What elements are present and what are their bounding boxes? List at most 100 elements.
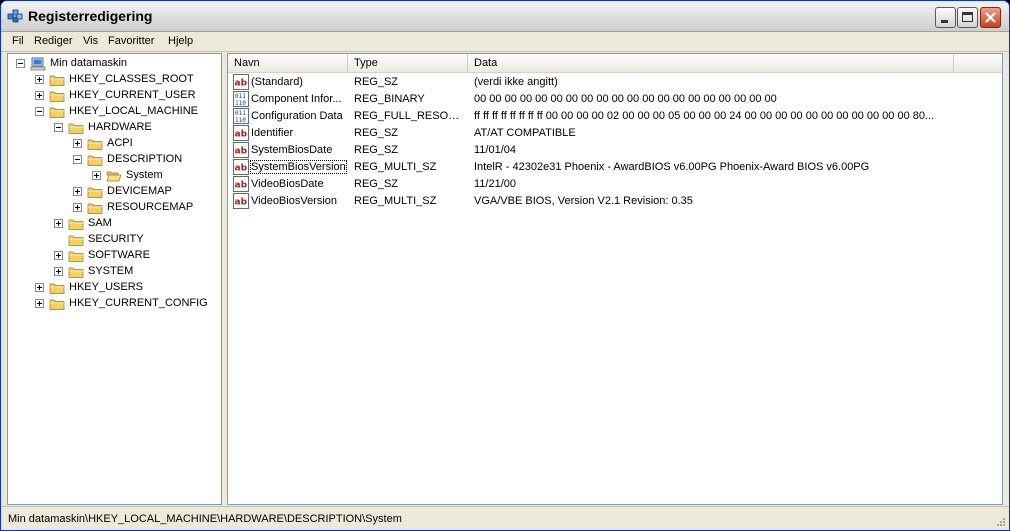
title-bar[interactable]: Registerredigering: [1, 1, 1009, 32]
column-header-row: Navn Type Data: [228, 54, 1002, 73]
tree-item-description[interactable]: DESCRIPTION: [8, 152, 218, 168]
expand-icon[interactable]: [35, 75, 44, 84]
value-data: 11/01/04: [474, 144, 517, 156]
svg-text:ab: ab: [235, 198, 248, 208]
svg-text:011: 011: [235, 93, 246, 100]
collapse-icon[interactable]: [73, 155, 82, 164]
value-row[interactable]: 011 110 Configuration Data REG_FULL_RESOUR.…: [228, 108, 1002, 125]
value-row[interactable]: ab SystemBiosVersion REG_MULTI_SZ IntelR - …: [228, 159, 1002, 176]
collapse-icon[interactable]: [35, 107, 44, 116]
tree-item-system[interactable]: SYSTEM: [8, 264, 218, 280]
folder-icon: [49, 107, 65, 118]
tree-item-software[interactable]: SOFTWARE: [8, 248, 218, 264]
expand-icon[interactable]: [35, 299, 44, 308]
resize-grip-icon[interactable]: [994, 516, 1006, 528]
tree-item-hkey-local-machine[interactable]: HKEY_LOCAL_MACHINE: [8, 104, 218, 120]
value-data: AT/AT COMPATIBLE: [474, 127, 576, 139]
tree-item-label: SYSTEM: [88, 265, 134, 277]
tree-item-sam[interactable]: SAM: [8, 216, 218, 232]
pane-splitter[interactable]: [222, 53, 226, 503]
tree-item-system[interactable]: System: [8, 168, 218, 184]
tree-item-label: HKEY_CURRENT_USER: [69, 89, 196, 101]
tree-item-hkey-classes-root[interactable]: HKEY_CLASSES_ROOT: [8, 72, 218, 88]
value-row[interactable]: ab VideoBiosDate REG_SZ 11/21/00: [228, 176, 1002, 193]
minimize-button[interactable]: [935, 7, 956, 28]
tree-item-resourcemap[interactable]: RESOURCEMAP: [8, 200, 218, 216]
menu-view[interactable]: Vis: [83, 35, 98, 47]
tree-item-devicemap[interactable]: DEVICEMAP: [8, 184, 218, 200]
value-data: (verdi ikke angitt): [474, 76, 558, 88]
expand-icon[interactable]: [35, 283, 44, 292]
folder-icon: [68, 219, 84, 230]
tree-item-hkey-current-user[interactable]: HKEY_CURRENT_USER: [8, 88, 218, 104]
value-name: VideoBiosDate: [251, 178, 324, 190]
values-list-pane[interactable]: Navn Type Data ab (Standard) REG_SZ (verdi …: [227, 53, 1003, 505]
registry-editor-icon: [7, 9, 23, 23]
tree-item-label: DESCRIPTION: [107, 153, 183, 165]
maximize-button[interactable]: [957, 7, 978, 28]
window-title: Registerredigering: [28, 8, 153, 24]
tree-item-hkey-current-config[interactable]: HKEY_CURRENT_CONFIG: [8, 296, 218, 312]
value-type: REG_MULTI_SZ: [354, 161, 437, 173]
tree-item-hardware[interactable]: HARDWARE: [8, 120, 218, 136]
column-header-data[interactable]: Data: [468, 54, 954, 72]
tree-item-hkey-users[interactable]: HKEY_USERS: [8, 280, 218, 296]
minimize-icon: [941, 20, 948, 23]
expand-icon[interactable]: [73, 139, 82, 148]
binary-value-icon: 011110: [233, 108, 249, 124]
collapse-icon[interactable]: [16, 59, 25, 68]
tree-item-min-datamaskin[interactable]: Min datamaskin: [8, 56, 218, 72]
tree-item-label: Min datamaskin: [50, 57, 128, 69]
menu-bar: Fil Rediger Vis Favoritter Hjelp: [1, 32, 1009, 52]
binary-value-icon: 011110: [233, 91, 249, 107]
svg-text:ab: ab: [235, 79, 248, 89]
expand-icon[interactable]: [35, 91, 44, 100]
folder-icon: [87, 139, 103, 150]
expand-icon[interactable]: [54, 219, 63, 228]
tree-item-acpi[interactable]: ACPI: [8, 136, 218, 152]
tree-item-security[interactable]: SECURITY: [8, 232, 218, 248]
expand-icon[interactable]: [73, 203, 82, 212]
string-value-icon: ab: [233, 176, 249, 192]
tree-item-label: HKEY_CLASSES_ROOT: [69, 73, 194, 85]
svg-text:ab: ab: [235, 181, 248, 191]
svg-text:ab: ab: [235, 147, 248, 157]
svg-text:110: 110: [235, 100, 246, 107]
value-row[interactable]: 011 110 Component Infor... REG_BINARY 00 00 …: [228, 91, 1002, 108]
expand-icon[interactable]: [54, 251, 63, 260]
value-row[interactable]: ab VideoBiosVersion REG_MULTI_SZ VGA/VBE BI…: [228, 193, 1002, 210]
close-button[interactable]: [980, 7, 1001, 28]
tree-item-label: SECURITY: [88, 233, 144, 245]
folder-icon: [49, 283, 65, 294]
value-type: REG_SZ: [354, 178, 399, 190]
value-name: Component Infor...: [251, 93, 342, 105]
column-header-name[interactable]: Navn: [228, 54, 348, 72]
expand-icon[interactable]: [54, 267, 63, 276]
collapse-icon[interactable]: [54, 123, 63, 132]
maximize-icon: [962, 12, 973, 22]
column-header-type[interactable]: Type: [348, 54, 468, 72]
value-row[interactable]: ab SystemBiosDate REG_SZ 11/01/04: [228, 142, 1002, 159]
expand-icon[interactable]: [92, 171, 101, 180]
value-row[interactable]: ab (Standard) REG_SZ (verdi ikke angitt): [228, 74, 1002, 91]
value-type: REG_SZ: [354, 144, 399, 156]
tree-item-label: HKEY_LOCAL_MACHINE: [69, 105, 198, 117]
folder-icon: [68, 123, 84, 134]
value-type: REG_MULTI_SZ: [354, 195, 437, 207]
menu-file[interactable]: Fil: [12, 35, 24, 47]
value-row[interactable]: ab Identifier REG_SZ AT/AT COMPATIBLE: [228, 125, 1002, 142]
folder-icon: [87, 187, 103, 198]
tree-item-label: HARDWARE: [88, 121, 152, 133]
tree-item-label: SOFTWARE: [88, 249, 150, 261]
value-data: IntelR - 42302e31 Phoenix - AwardBIOS v6…: [474, 161, 870, 173]
value-type: REG_SZ: [354, 127, 399, 139]
key-tree-pane[interactable]: Min datamaskin HKEY_CLASSES_ROOT HKEY_CURR…: [7, 53, 222, 505]
menu-help[interactable]: Hjelp: [168, 35, 193, 47]
string-value-icon: ab: [233, 74, 249, 90]
folder-icon: [49, 91, 65, 102]
expand-icon[interactable]: [73, 187, 82, 196]
menu-favorites[interactable]: Favoritter: [108, 35, 154, 47]
menu-edit[interactable]: Rediger: [34, 35, 73, 47]
value-data: ff ff ff ff ff ff ff ff 00 00 00 00 02 0…: [474, 110, 935, 122]
folder-icon: [68, 235, 84, 246]
